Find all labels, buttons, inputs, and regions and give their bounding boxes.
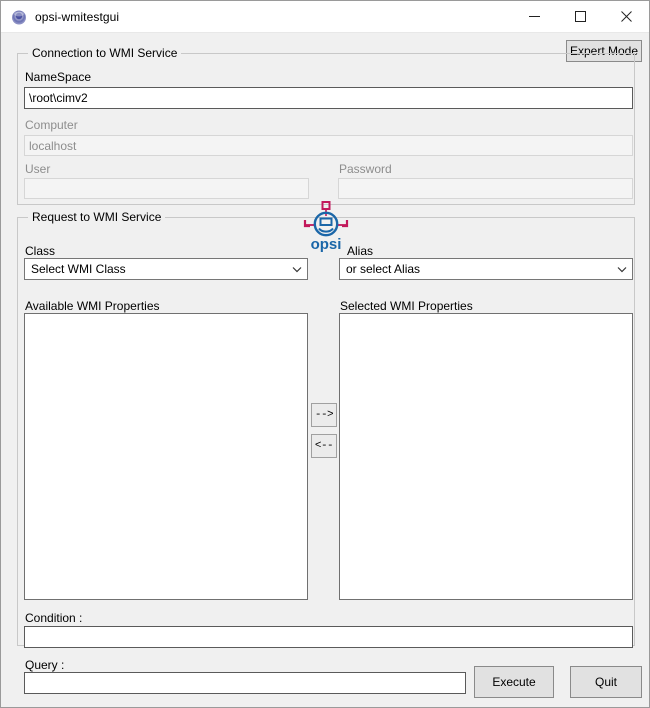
user-label: User [25,162,51,176]
svg-text:opsi: opsi [311,236,342,252]
execute-button[interactable]: Execute [474,666,554,698]
alias-label: Alias [347,244,374,258]
selected-properties-label: Selected WMI Properties [340,299,473,313]
minimize-icon [528,16,540,17]
namespace-label: NameSpace [25,70,92,84]
remove-property-button[interactable]: <-- [311,434,337,458]
window-title: opsi-wmitestgui [35,9,120,24]
title-bar: opsi-wmitestgui [1,1,649,33]
user-input [24,178,309,199]
computer-input: localhost [24,135,633,156]
namespace-input[interactable]: \root\cimv2 [24,87,633,109]
opsi-logo: opsi [301,200,351,253]
close-icon [620,11,632,22]
class-label: Class [25,244,56,258]
chevron-down-icon [612,259,632,279]
connection-group-title: Connection to WMI Service [28,46,182,60]
maximize-button[interactable] [557,1,603,32]
available-properties-label: Available WMI Properties [25,299,160,313]
close-button[interactable] [603,1,649,32]
chevron-down-icon [287,259,307,279]
application-window: opsi-wmitestgui Expert Mode Connection t… [0,0,650,708]
condition-input[interactable] [24,626,633,648]
class-combobox[interactable]: Select WMI Class [24,258,308,280]
password-label: Password [339,162,392,176]
query-label: Query : [25,658,65,672]
query-input[interactable] [24,672,466,694]
computer-label: Computer [25,118,78,132]
alias-combobox[interactable]: or select Alias [339,258,633,280]
available-properties-listbox[interactable] [24,313,308,600]
alias-combobox-value: or select Alias [346,262,421,276]
opsi-app-icon [11,9,27,25]
quit-button[interactable]: Quit [570,666,642,698]
minimize-button[interactable] [511,1,557,32]
password-input [338,178,633,199]
selected-properties-listbox[interactable] [339,313,633,600]
class-combobox-value: Select WMI Class [31,262,126,276]
condition-label: Condition : [25,611,83,625]
maximize-icon [574,11,586,22]
request-group-title: Request to WMI Service [28,210,166,224]
add-property-button[interactable]: --> [311,403,337,427]
window-controls [511,1,649,32]
